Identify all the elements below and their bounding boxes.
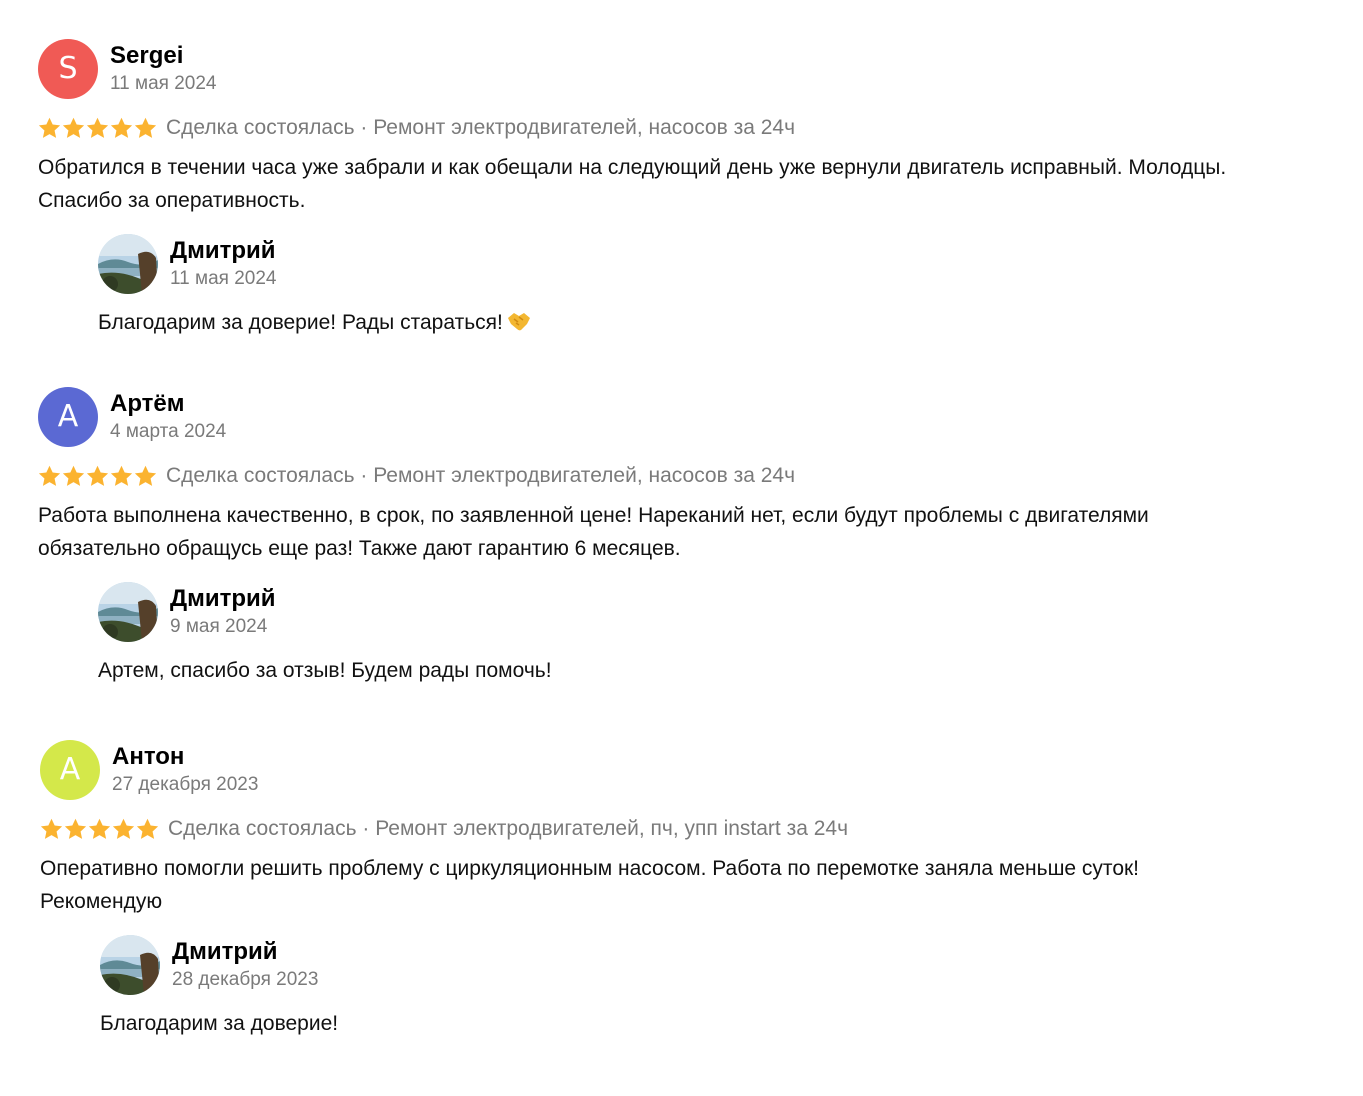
reply-avatar[interactable] bbox=[98, 234, 158, 294]
reply-author[interactable]: Дмитрий bbox=[170, 585, 276, 613]
review-text-line: Рекомендую bbox=[40, 890, 163, 913]
review-meta: Сделка состоялась · Ремонт электродвигат… bbox=[40, 815, 848, 843]
review-author[interactable]: Артём bbox=[110, 390, 185, 418]
rating-stars bbox=[40, 818, 159, 840]
reply-text: Артем, спасибо за отзыв! Будем рады помо… bbox=[98, 659, 552, 682]
reply-date: 9 мая 2024 bbox=[170, 616, 268, 637]
avatar[interactable]: А bbox=[40, 740, 100, 800]
review-author[interactable]: Антон bbox=[112, 743, 184, 771]
review-deal-info: Сделка состоялась · Ремонт электродвигат… bbox=[166, 116, 796, 139]
avatar[interactable]: А bbox=[38, 387, 98, 447]
review-text-line: Обратился в течении часа уже забрали и к… bbox=[38, 156, 1227, 179]
review-date: 4 марта 2024 bbox=[110, 421, 227, 442]
reply-author[interactable]: Дмитрий bbox=[172, 938, 278, 966]
review-deal-info: Сделка состоялась · Ремонт электродвигат… bbox=[168, 817, 849, 840]
review-date: 27 декабря 2023 bbox=[112, 774, 259, 795]
handshake-icon bbox=[507, 310, 531, 341]
avatar[interactable]: S bbox=[38, 39, 98, 99]
review-text-line: Работа выполнена качественно, в срок, по… bbox=[38, 504, 1149, 527]
rating-stars bbox=[38, 465, 157, 487]
review-date: 11 мая 2024 bbox=[110, 73, 217, 94]
reply-text-content: Благодарим за доверие! Рады стараться! bbox=[98, 311, 503, 334]
review-text: Работа выполнена качественно, в срок, по… bbox=[38, 499, 1149, 565]
star-icon bbox=[134, 117, 157, 139]
review-meta: Сделка состоялась · Ремонт электродвигат… bbox=[38, 114, 795, 142]
star-icon bbox=[112, 818, 135, 840]
review-deal-info: Сделка состоялась · Ремонт электродвигат… bbox=[166, 464, 796, 487]
star-icon bbox=[38, 117, 61, 139]
review-author[interactable]: Sergei bbox=[110, 42, 183, 70]
review-text-line: Спасибо за оперативность. bbox=[38, 189, 306, 212]
reply-avatar[interactable] bbox=[100, 935, 160, 995]
reply-text: Благодарим за доверие! bbox=[100, 1012, 339, 1035]
reply-date: 28 декабря 2023 bbox=[172, 969, 319, 990]
review-text-line: обязательно обращусь еще раз! Также дают… bbox=[38, 537, 681, 560]
star-icon bbox=[88, 818, 111, 840]
star-icon bbox=[62, 465, 85, 487]
reply-author[interactable]: Дмитрий bbox=[170, 237, 276, 265]
reply-text: Благодарим за доверие! Рады стараться! bbox=[98, 308, 531, 341]
star-icon bbox=[110, 465, 133, 487]
star-icon bbox=[86, 117, 109, 139]
review-text: Обратился в течении часа уже забрали и к… bbox=[38, 151, 1226, 217]
star-icon bbox=[136, 818, 159, 840]
review-text-line: Оперативно помогли решить проблему с цир… bbox=[40, 857, 1140, 880]
rating-stars bbox=[38, 117, 157, 139]
star-icon bbox=[64, 818, 87, 840]
reply-avatar[interactable] bbox=[98, 582, 158, 642]
star-icon bbox=[86, 465, 109, 487]
reply-date: 11 мая 2024 bbox=[170, 268, 277, 289]
review-text: Оперативно помогли решить проблему с цир… bbox=[40, 852, 1139, 918]
review-meta: Сделка состоялась · Ремонт электродвигат… bbox=[38, 462, 795, 490]
star-icon bbox=[38, 465, 61, 487]
star-icon bbox=[110, 117, 133, 139]
star-icon bbox=[134, 465, 157, 487]
star-icon bbox=[40, 818, 63, 840]
star-icon bbox=[62, 117, 85, 139]
